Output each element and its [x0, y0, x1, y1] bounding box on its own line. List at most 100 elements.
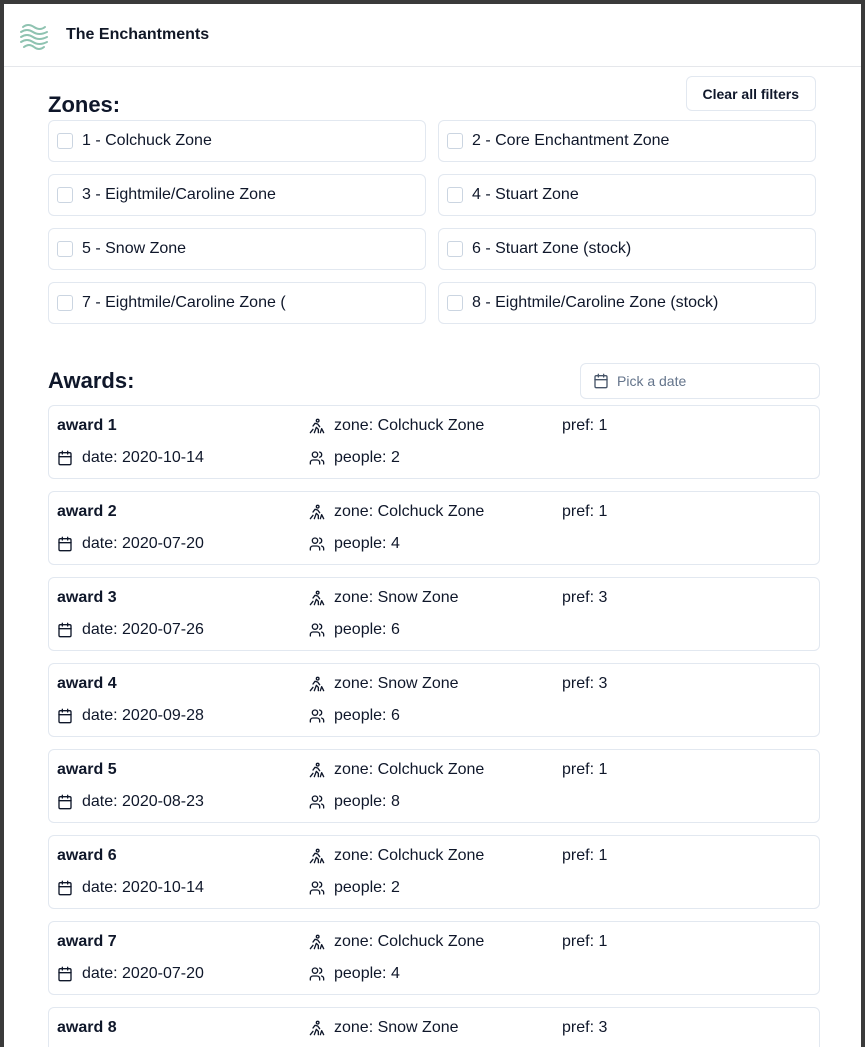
award-card: award 2 zone: Colchuck Zone pref: 1 date: 2…: [48, 491, 820, 565]
award-card: award 7 zone: Colchuck Zone pref: 1 date: 2…: [48, 921, 820, 995]
top-bar: The Enchantments: [4, 4, 861, 67]
app-window: The Enchantments Clear all filters Zones…: [4, 4, 861, 1047]
award-date: date: 2020-09-28: [57, 706, 204, 726]
award-zone: zone: Colchuck Zone: [309, 932, 484, 952]
award-card: award 1 zone: Colchuck Zone pref: 1 date: 2…: [48, 405, 820, 479]
zone-label: 4 - Stuart Zone: [472, 186, 579, 203]
award-date-text: date: 2020-10-14: [82, 449, 204, 466]
calendar-icon: [58, 622, 72, 638]
zone-filter-option[interactable]: 3 - Eightmile/Caroline Zone: [48, 174, 426, 216]
zone-checkbox[interactable]: [447, 133, 463, 149]
award-date: date: 2020-07-20: [57, 534, 204, 554]
award-pref: pref: 3: [562, 1019, 608, 1036]
people-icon: [309, 709, 325, 723]
zone-filter-option[interactable]: 8 - Eightmile/Caroline Zone (stock): [438, 282, 816, 324]
award-zone: zone: Snow Zone: [309, 1018, 459, 1038]
zone-filter-option[interactable]: 6 - Stuart Zone (stock): [438, 228, 816, 270]
award-people-text: people: 2: [334, 879, 400, 896]
award-pref: pref: 1: [562, 503, 608, 520]
award-date: date: 2020-10-14: [57, 448, 204, 468]
zone-checkbox[interactable]: [57, 187, 73, 203]
award-date: date: 2020-07-26: [57, 620, 204, 640]
award-people: people: 4: [309, 534, 400, 554]
award-card: award 4 zone: Snow Zone pref: 3 date: 2020-…: [48, 663, 820, 737]
award-zone-text: zone: Colchuck Zone: [334, 933, 485, 950]
calendar-icon: [58, 450, 72, 466]
people-icon: [309, 881, 325, 895]
zone-filter-option[interactable]: 5 - Snow Zone: [48, 228, 426, 270]
award-name: award 2: [57, 503, 117, 520]
zones-grid: 1 - Colchuck Zone 2 - Core Enchantment Zo…: [48, 120, 820, 324]
award-people-text: people: 4: [334, 965, 400, 982]
zone-checkbox[interactable]: [57, 133, 73, 149]
award-pref: pref: 1: [562, 417, 608, 434]
date-picker-placeholder: Pick a date: [617, 373, 687, 389]
zone-label: 2 - Core Enchantment Zone: [472, 132, 670, 149]
award-zone: zone: Colchuck Zone: [309, 502, 484, 522]
zone-checkbox[interactable]: [447, 187, 463, 203]
award-zone: zone: Colchuck Zone: [309, 760, 484, 780]
award-name: award 5: [57, 761, 117, 778]
hiker-icon: [309, 504, 325, 520]
award-zone-text: zone: Snow Zone: [334, 589, 459, 606]
award-people: people: 2: [309, 878, 400, 898]
awards-heading: Awards:: [48, 368, 135, 393]
zone-label: 8 - Eightmile/Caroline Zone (stock): [472, 294, 719, 311]
awards-header: Awards: Pick a date: [48, 357, 820, 405]
award-zone-text: zone: Colchuck Zone: [334, 847, 485, 864]
hiker-icon: [309, 848, 325, 864]
people-icon: [309, 451, 325, 465]
hiker-icon: [309, 1020, 325, 1036]
award-people: people: 6: [309, 706, 400, 726]
calendar-icon: [594, 373, 608, 389]
zone-filter-option[interactable]: 4 - Stuart Zone: [438, 174, 816, 216]
hiker-icon: [309, 590, 325, 606]
award-card: award 6 zone: Colchuck Zone pref: 1 date: 2…: [48, 835, 820, 909]
zone-filter-option[interactable]: 2 - Core Enchantment Zone: [438, 120, 816, 162]
award-name: award 3: [57, 589, 117, 606]
main-content: Clear all filters Zones: 1 - Colchuck Zo…: [4, 67, 861, 1047]
zone-checkbox[interactable]: [447, 241, 463, 257]
zone-checkbox[interactable]: [57, 241, 73, 257]
date-picker-input[interactable]: Pick a date: [580, 363, 820, 399]
award-people-text: people: 6: [334, 707, 400, 724]
zone-label: 3 - Eightmile/Caroline Zone: [82, 186, 276, 203]
award-date-text: date: 2020-07-20: [82, 965, 204, 982]
people-icon: [309, 623, 325, 637]
award-pref: pref: 1: [562, 761, 608, 778]
hiker-icon: [309, 934, 325, 950]
award-pref: pref: 3: [562, 675, 608, 692]
zone-filter-option[interactable]: 7 - Eightmile/Caroline Zone (: [48, 282, 426, 324]
award-pref: pref: 3: [562, 589, 608, 606]
wave-logo-icon: [20, 24, 48, 50]
clear-filters-button[interactable]: Clear all filters: [685, 76, 816, 111]
award-people-text: people: 8: [334, 793, 400, 810]
hiker-icon: [309, 418, 325, 434]
award-zone: zone: Snow Zone: [309, 588, 459, 608]
award-pref: pref: 1: [562, 933, 608, 950]
award-zone-text: zone: Colchuck Zone: [334, 417, 485, 434]
award-people-text: people: 4: [334, 535, 400, 552]
award-card: award 8 zone: Snow Zone pref: 3: [48, 1007, 820, 1047]
calendar-icon: [58, 536, 72, 552]
award-people-text: people: 2: [334, 449, 400, 466]
award-people-text: people: 6: [334, 621, 400, 638]
award-zone-text: zone: Colchuck Zone: [334, 503, 485, 520]
app-title: The Enchantments: [66, 26, 210, 43]
award-people: people: 4: [309, 964, 400, 984]
hiker-icon: [309, 762, 325, 778]
award-date-text: date: 2020-07-26: [82, 621, 204, 638]
award-name: award 8: [57, 1019, 117, 1036]
zone-label: 6 - Stuart Zone (stock): [472, 240, 632, 257]
zone-filter-option[interactable]: 1 - Colchuck Zone: [48, 120, 426, 162]
people-icon: [309, 967, 325, 981]
award-name: award 6: [57, 847, 117, 864]
zone-checkbox[interactable]: [57, 295, 73, 311]
people-icon: [309, 537, 325, 551]
award-date-text: date: 2020-09-28: [82, 707, 204, 724]
zone-label: 5 - Snow Zone: [82, 240, 187, 257]
zone-checkbox[interactable]: [447, 295, 463, 311]
zone-label: 1 - Colchuck Zone: [82, 132, 212, 149]
award-date: date: 2020-08-23: [57, 792, 204, 812]
award-pref: pref: 1: [562, 847, 608, 864]
